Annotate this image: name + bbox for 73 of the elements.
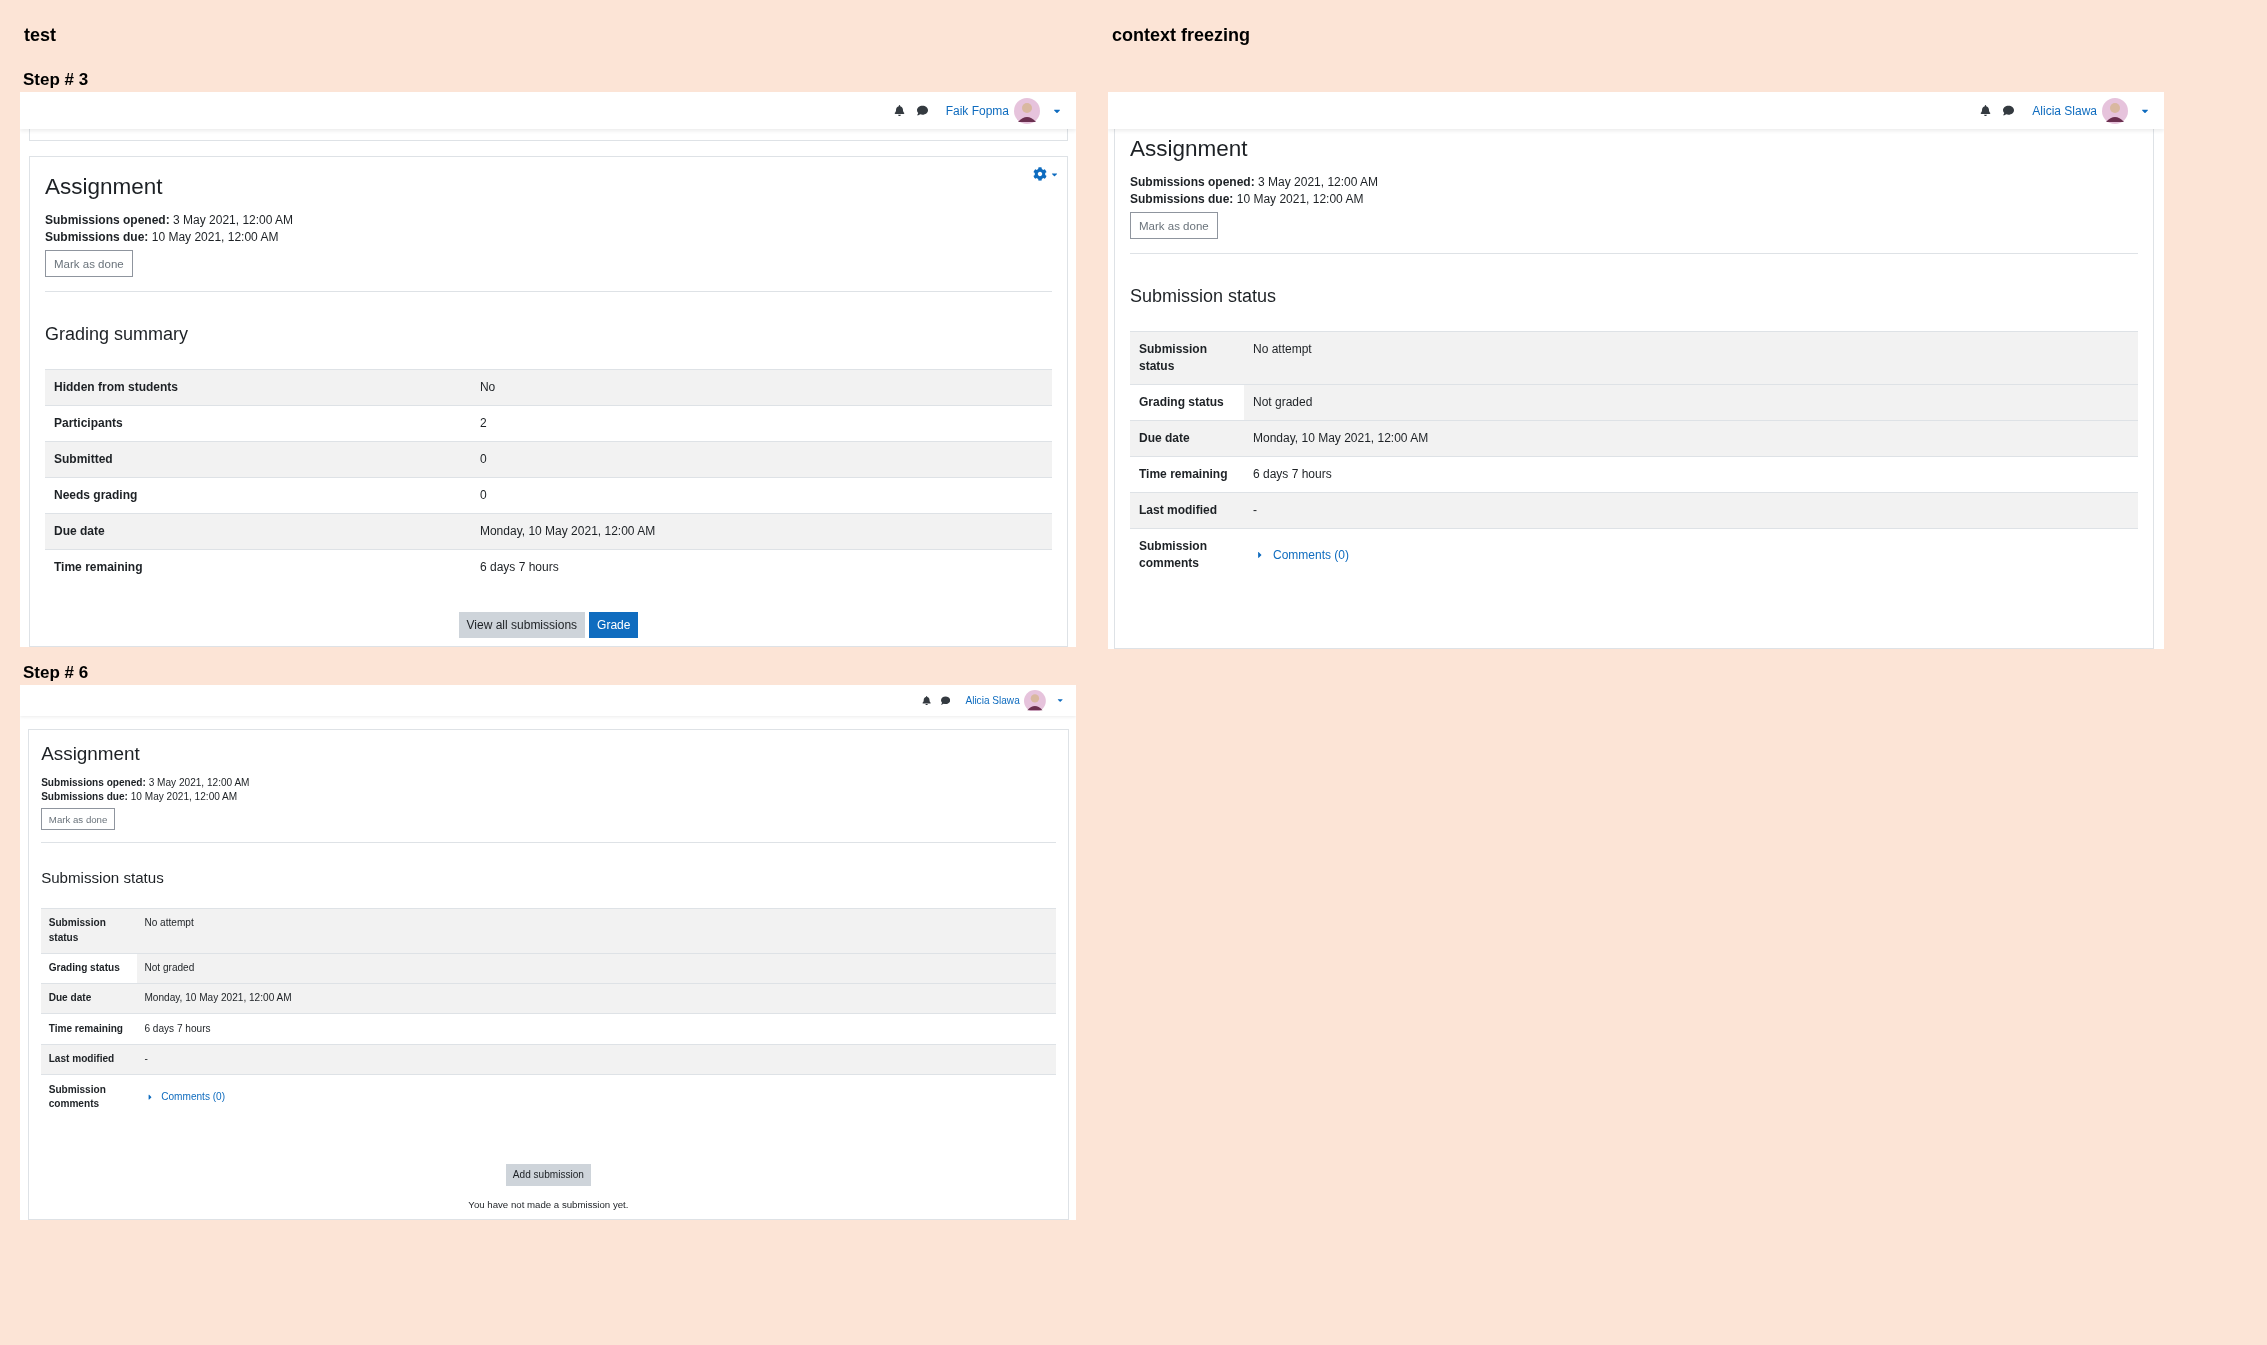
row-label: Submission status [48,917,106,943]
user-name[interactable]: Alicia Slawa [2032,103,2097,118]
row-value: 6 days 7 hours [479,559,559,576]
submission-note: You have not made a submission yet. [468,1198,629,1213]
user-avatar [2102,97,2128,124]
row-value: 0 [479,487,487,504]
row-label: Due date [1139,431,1190,445]
chat-icon[interactable] [941,695,951,706]
user-name[interactable]: Faik Fopma [945,103,1009,118]
row-value: No [479,379,496,396]
row-label: Submission comments [48,1083,106,1109]
user-avatar [1014,97,1040,124]
assignment-title: Assignment [41,743,141,766]
row-label: Last modified [1139,503,1217,517]
row-label: Needs grading [54,488,138,502]
mark-done-button[interactable]: Mark as done [45,250,133,277]
action-button[interactable]: Add submission [506,1164,591,1186]
row-value: Not graded [1253,394,1313,411]
row-value: - [144,1052,148,1067]
assignment-title: Assignment [1130,135,1249,162]
row-value: - [1253,502,1257,519]
row-value: 2 [479,415,487,432]
row-label: Submitted [54,452,113,466]
section-title: Grading summary [45,323,189,345]
comments-link[interactable]: Comments (0) [144,1089,226,1104]
caret-icon[interactable] [1055,696,1065,705]
row-label: Submission comments [1139,539,1207,570]
row-label: Grading status [1139,395,1224,409]
row-label: Time remaining [1139,467,1228,481]
row-label: Time remaining [54,560,143,574]
bell-icon[interactable] [921,695,931,706]
row-label: Submission status [1139,342,1207,373]
step-label: Step # 6 [22,663,89,683]
page-heading: test [23,24,56,47]
chat-icon[interactable] [2003,105,2015,116]
user-avatar [1023,689,1046,712]
grade-button[interactable]: Grade [589,612,639,638]
row-label: Time remaining [48,1022,123,1034]
chat-icon[interactable] [916,105,928,116]
user-name[interactable]: Alicia Slawa [965,695,1020,707]
page-heading: context freezing [1111,24,1251,47]
row-label: Participants [54,416,123,430]
bell-icon[interactable] [893,105,905,116]
mark-done-button[interactable]: Mark as done [1130,212,1218,239]
assignment-title: Assignment [45,173,164,200]
comments-link[interactable]: Comments (0) [1253,546,1349,564]
row-label: Grading status [48,962,120,974]
row-value: Monday, 10 May 2021, 12:00 AM [144,991,292,1006]
row-label: Due date [48,992,92,1004]
section-title: Submission status [41,869,164,888]
date-line: Submissions due: 10 May 2021, 12:00 AM [41,790,238,805]
row-value: Monday, 10 May 2021, 12:00 AM [479,523,656,540]
date-line: Submissions due: 10 May 2021, 12:00 AM [45,229,279,246]
row-value: 0 [479,451,487,468]
row-value: Not graded [144,961,195,976]
settings-icon[interactable] [1033,167,1059,181]
row-value: No attempt [144,916,194,931]
date-line: Submissions opened: 3 May 2021, 12:00 AM [45,212,294,229]
step-label: Step # 3 [22,70,89,90]
row-value: No attempt [1253,341,1312,358]
action-button[interactable]: View all submissions [458,612,586,638]
bell-icon[interactable] [1980,105,1992,116]
row-label: Hidden from students [54,380,178,394]
row-label: Last modified [48,1053,115,1065]
mark-done-button[interactable]: Mark as done [41,807,116,831]
row-value: 6 days 7 hours [1253,466,1332,483]
date-line: Submissions opened: 3 May 2021, 12:00 AM [41,775,250,790]
row-value: 6 days 7 hours [144,1021,211,1036]
date-line: Submissions due: 10 May 2021, 12:00 AM [1130,191,1364,208]
date-line: Submissions opened: 3 May 2021, 12:00 AM [1130,174,1379,191]
row-label: Due date [54,524,105,538]
section-title: Submission status [1130,285,1277,307]
row-value: Monday, 10 May 2021, 12:00 AM [1253,430,1429,447]
